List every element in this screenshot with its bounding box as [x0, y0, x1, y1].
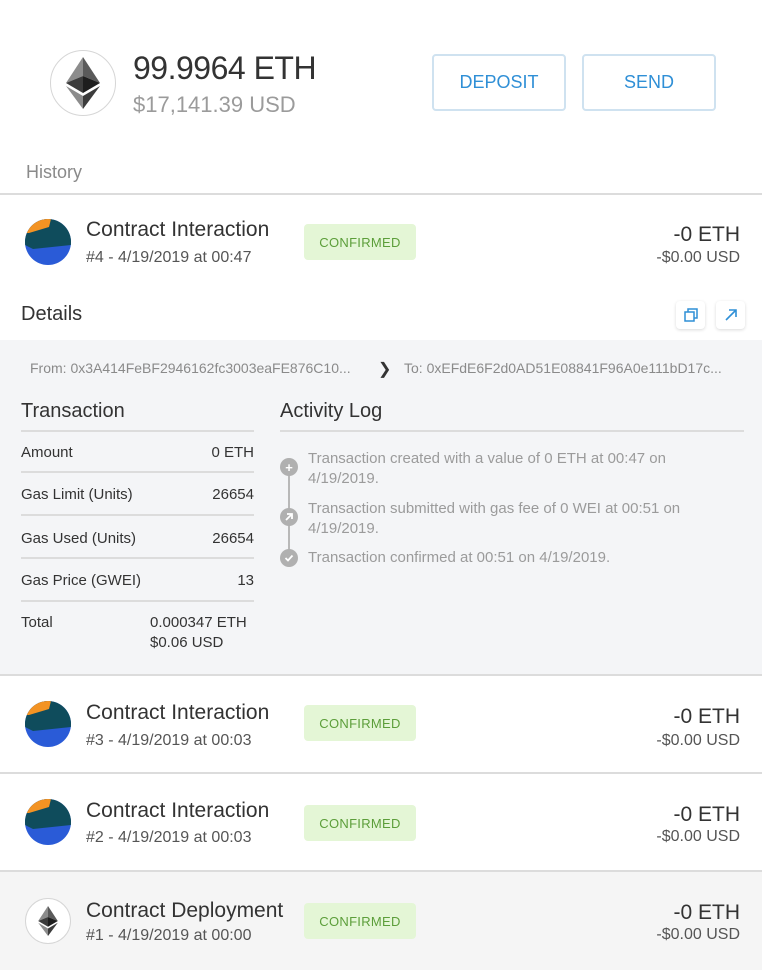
check-icon: [280, 549, 298, 567]
status-badge: CONFIRMED: [304, 224, 416, 260]
status-badge: CONFIRMED: [304, 805, 416, 841]
usd-balance: $17,141.39 USD: [133, 92, 296, 117]
send-button[interactable]: SEND: [582, 54, 716, 111]
from-address[interactable]: From: 0x3A414FeBF2946162fc3003eaFE876C10…: [30, 360, 366, 376]
divider: [21, 600, 254, 602]
activity-log-entry: Transaction confirmed at 00:51 on 4/19/2…: [308, 549, 611, 566]
contract-identicon-icon: [25, 799, 71, 845]
breakdown-key: Gas Price (GWEI): [21, 572, 142, 589]
breakdown-key: Gas Used (Units): [21, 530, 137, 547]
divider: [21, 557, 254, 559]
divider: [21, 514, 254, 516]
copy-icon[interactable]: [676, 301, 705, 329]
deposit-button[interactable]: DEPOSIT: [432, 54, 566, 111]
transaction-row[interactable]: Contract Interaction #4 - 4/19/2019 at 0…: [0, 195, 762, 291]
transaction-amount: -0 ETH: [673, 803, 740, 826]
transaction-row[interactable]: Contract Deployment #1 - 4/19/2019 at 00…: [0, 872, 762, 970]
status-badge: CONFIRMED: [304, 705, 416, 741]
contract-identicon-icon: [25, 701, 71, 747]
transaction-amount: -0 ETH: [673, 705, 740, 728]
ethereum-icon: [25, 898, 71, 944]
arrow-up-right-icon: [280, 508, 298, 526]
transaction-title: Contract Interaction: [86, 799, 270, 822]
wallet-header: 99.9964 ETH $17,141.39 USD DEPOSIT SEND: [0, 0, 762, 150]
transaction-breakdown-title: Transaction: [21, 400, 125, 422]
transaction-title: Contract Interaction: [86, 218, 270, 241]
divider: [21, 430, 254, 432]
transaction-amount: -0 ETH: [673, 223, 740, 246]
total-usd: $0.06 USD: [150, 634, 224, 651]
activity-log-entry: Transaction created with a value of 0 ET…: [308, 450, 666, 487]
breakdown-value: 26654: [212, 530, 254, 547]
transaction-title: Contract Deployment: [86, 899, 284, 922]
status-badge: CONFIRMED: [304, 903, 416, 939]
transaction-title: Contract Interaction: [86, 701, 270, 724]
transaction-row[interactable]: Contract Interaction #3 - 4/19/2019 at 0…: [0, 676, 762, 772]
contract-identicon-icon: [25, 219, 71, 265]
transaction-subtitle: #2 - 4/19/2019 at 00:03: [86, 829, 252, 846]
transaction-usd: -$0.00 USD: [656, 828, 740, 845]
activity-log-entry: Transaction submitted with gas fee of 0 …: [308, 500, 681, 537]
ethereum-icon: [50, 50, 116, 116]
eth-balance: 99.9964 ETH: [133, 50, 317, 86]
details-heading: Details: [21, 303, 83, 325]
history-heading: History: [26, 162, 83, 182]
transaction-subtitle: #1 - 4/19/2019 at 00:00: [86, 927, 252, 944]
transaction-amount: -0 ETH: [673, 901, 740, 924]
transaction-subtitle: #4 - 4/19/2019 at 00:47: [86, 249, 252, 266]
breakdown-value: 0 ETH: [211, 444, 254, 461]
chevron-right-icon: ❯: [378, 361, 392, 378]
breakdown-key: Amount: [21, 444, 73, 461]
divider: [21, 471, 254, 473]
transaction-usd: -$0.00 USD: [656, 926, 740, 943]
open-external-icon[interactable]: [716, 301, 745, 329]
transaction-row[interactable]: Contract Interaction #2 - 4/19/2019 at 0…: [0, 774, 762, 870]
total-eth: 0.000347 ETH: [150, 614, 247, 631]
divider: [280, 430, 744, 432]
transaction-usd: -$0.00 USD: [656, 249, 740, 266]
breakdown-key: Gas Limit (Units): [21, 486, 133, 503]
transaction-subtitle: #3 - 4/19/2019 at 00:03: [86, 732, 252, 749]
breakdown-value: 13: [237, 572, 254, 589]
to-address[interactable]: To: 0xEFdE6F2d0AD51E08841F96A0e111bD17c.…: [404, 360, 738, 376]
breakdown-value: 26654: [212, 486, 254, 503]
transaction-usd: -$0.00 USD: [656, 732, 740, 749]
total-label: Total: [21, 614, 53, 631]
plus-icon: +: [280, 458, 298, 476]
activity-log-title: Activity Log: [280, 400, 383, 422]
